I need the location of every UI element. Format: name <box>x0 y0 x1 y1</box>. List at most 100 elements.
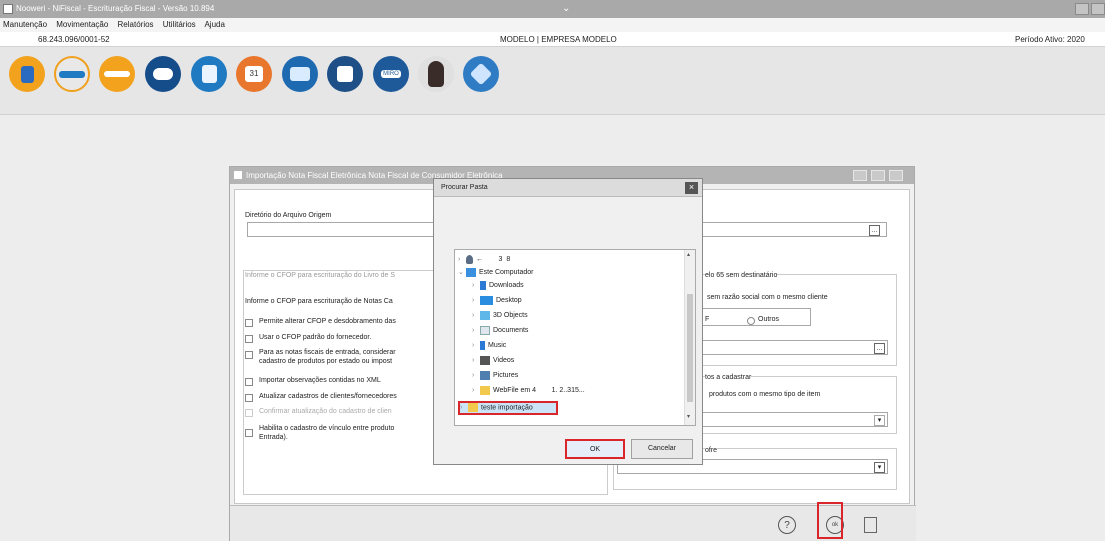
produtos-select[interactable] <box>701 412 888 427</box>
checkbox-confirmar-atualizacao[interactable] <box>245 409 253 417</box>
modelo65-text: sem razão social com o mesmo cliente <box>707 294 828 301</box>
minimize-button[interactable] <box>1075 3 1089 15</box>
produtos-dropdown-button[interactable]: ▾ <box>874 415 885 426</box>
checkbox-label: Atualizar cadastros de clientes/forneced… <box>259 393 397 400</box>
tree-node-este-computador[interactable]: ⌄ Este Computador <box>458 267 533 279</box>
mirror-icon[interactable]: MIRO <box>373 56 409 92</box>
window-icon <box>234 171 242 179</box>
modelo65-browse-button[interactable]: … <box>874 343 885 354</box>
3d-objects-icon <box>480 310 490 320</box>
produtos-text: produtos com o mesmo tipo de item <box>709 391 821 398</box>
close-icon[interactable]: × <box>685 182 698 194</box>
videos-icon <box>480 355 490 365</box>
ofre-group-title: ofre <box>705 447 718 454</box>
folder-tree[interactable]: › ← 3 8 ⌄ Este Computador › Downloads › Desk… <box>454 249 696 426</box>
sped-icon[interactable] <box>54 56 90 92</box>
browse-folder-title-bar: Procurar Pasta × <box>434 179 702 197</box>
mirror-label: MIRO <box>381 70 401 78</box>
tree-node-music[interactable]: › Music <box>472 340 506 352</box>
close-button[interactable] <box>889 170 903 181</box>
modelo65-group-title: elo 65 sem destinatário <box>705 272 778 279</box>
company-info-bar: 68.243.096/0001-52 MODELO | EMPRESA MODE… <box>0 32 1105 47</box>
settings-doc-icon[interactable] <box>327 56 363 92</box>
tree-scrollbar[interactable]: ▴ ▾ <box>684 250 695 425</box>
menu-manutencao[interactable]: Manutenção <box>3 20 47 29</box>
modelo65-input[interactable] <box>701 340 888 355</box>
chevron-down-icon[interactable]: ⌄ <box>562 0 570 18</box>
radio-outros[interactable] <box>747 317 755 325</box>
scroll-thumb[interactable] <box>687 294 693 402</box>
checkbox-cfop-padrao[interactable] <box>245 335 253 343</box>
menu-bar: Manutenção Movimentação Relatórios Utili… <box>0 18 1105 32</box>
main-toolbar: 31 MIRO <box>0 47 1105 115</box>
tree-node-desktop[interactable]: › Desktop <box>472 295 522 307</box>
produtos-group-title: tos a cadastrar <box>705 374 752 381</box>
computer-icon <box>466 267 476 277</box>
menu-relatorios[interactable]: Relatórios <box>118 20 154 29</box>
radio-partial-label: F <box>705 316 710 323</box>
ok-button[interactable]: OK <box>565 439 625 459</box>
checkbox-label: cadastro de produtos por estado ou impos… <box>259 358 393 365</box>
checkbox-atualizar-cadastros[interactable] <box>245 394 253 402</box>
desktop-icon <box>480 295 493 305</box>
cloud-sync-icon[interactable] <box>145 56 181 92</box>
sintegra-icon[interactable] <box>99 56 135 92</box>
checkbox-label: Entrada). <box>259 434 288 441</box>
cnpj-label: 68.243.096/0001-52 <box>38 35 110 44</box>
documents-icon <box>480 325 490 335</box>
browse-folder-title: Procurar Pasta <box>441 184 488 191</box>
tree-node-downloads[interactable]: › Downloads <box>472 280 524 292</box>
ok-highlight <box>817 502 843 539</box>
scroll-down-icon[interactable]: ▾ <box>687 413 690 420</box>
music-icon <box>480 340 485 350</box>
folder-icon <box>468 403 478 412</box>
checkbox-label: Habilita o cadastro de vínculo entre pro… <box>259 425 395 432</box>
tree-node-3d-objects[interactable]: › 3D Objects <box>472 310 528 322</box>
browse-folder-dialog: Procurar Pasta × › ← 3 8 ⌄ Este Computador… <box>433 178 703 465</box>
tree-node-videos[interactable]: › Videos <box>472 355 514 367</box>
tree-node-user[interactable]: › ← 3 8 <box>458 254 510 266</box>
window-title: Nooweri - NiFiscal - Escrituração Fiscal… <box>16 4 215 13</box>
cancel-button[interactable]: Cancelar <box>631 439 693 459</box>
menu-ajuda[interactable]: Ajuda <box>204 20 224 29</box>
checkbox-label: Para as notas fiscais de entrada, consid… <box>259 349 396 356</box>
user-folder-icon <box>466 254 473 264</box>
checkbox-label: Confirmar atualização do cadastro de cli… <box>259 408 392 415</box>
ofre-dropdown-button[interactable]: ▾ <box>874 462 885 473</box>
minimize-button[interactable] <box>853 170 867 181</box>
chat-icon[interactable] <box>282 56 318 92</box>
main-title-bar: Nooweri - NiFiscal - Escrituração Fiscal… <box>0 0 1105 18</box>
documents-icon[interactable] <box>191 56 227 92</box>
downloads-icon <box>480 280 486 290</box>
tree-node-teste-importacao[interactable]: › teste importação <box>458 401 558 415</box>
scroll-up-icon[interactable]: ▴ <box>687 251 690 258</box>
checkbox-notas-entrada[interactable] <box>245 351 253 359</box>
checkbox-permite-alterar[interactable] <box>245 319 253 327</box>
browse-dir-button[interactable]: … <box>869 225 880 236</box>
periodo-label: Período Ativo: 2020 <box>1015 35 1085 44</box>
app-icon <box>3 4 13 14</box>
checkbox-label: Permite alterar CFOP e desdobramento das <box>259 318 396 325</box>
checkbox-habilita-vinculo[interactable] <box>245 429 253 437</box>
radio-frame <box>701 308 811 326</box>
cfop-label: Informe o CFOP para escrituração de Nota… <box>245 298 393 305</box>
tree-node-documents[interactable]: › Documents <box>472 325 528 337</box>
tree-node-webfile[interactable]: › WebFile em 4 1. 2..315... <box>472 385 585 397</box>
calendar-icon[interactable]: 31 <box>236 56 272 92</box>
building-icon[interactable] <box>9 56 45 92</box>
menu-movimentacao[interactable]: Movimentação <box>56 20 108 29</box>
radio-outros-label: Outros <box>758 316 780 323</box>
checkbox-label: Usar o CFOP padrão do fornecedor. <box>259 334 372 341</box>
assistant-avatar-icon[interactable] <box>418 56 454 92</box>
tree-node-pictures[interactable]: › Pictures <box>472 370 518 382</box>
dir-label: Diretório do Arquivo Origem <box>245 212 332 219</box>
maximize-button[interactable] <box>1091 3 1105 15</box>
checkbox-label: Importar observações contidas no XML <box>259 377 381 384</box>
maximize-button[interactable] <box>871 170 885 181</box>
menu-utilitarios[interactable]: Utilitários <box>163 20 196 29</box>
checkbox-importar-obs[interactable] <box>245 378 253 386</box>
document-settings-icon[interactable] <box>864 517 877 533</box>
cfop-group-title: Informe o CFOP para escrituração do Livr… <box>245 272 396 279</box>
help-arrow-icon[interactable] <box>463 56 499 92</box>
help-icon[interactable]: ? <box>778 516 796 534</box>
